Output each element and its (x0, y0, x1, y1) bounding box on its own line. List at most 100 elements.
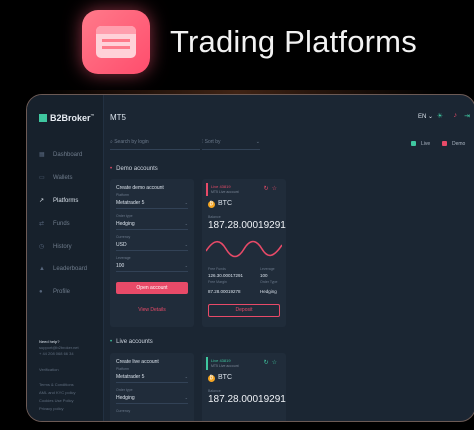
language-select[interactable]: EN ⌄ (418, 113, 433, 120)
sun-icon[interactable]: ☀ (437, 112, 443, 120)
leverage-value: 100 (116, 263, 125, 269)
asset-name: BTC (218, 374, 232, 381)
chevron-down-icon: ⌄ (184, 395, 188, 400)
platform-label: Platform (116, 193, 130, 197)
brand-name: B2Broker (50, 113, 91, 123)
sidebar-item-label: Leaderboard (53, 266, 88, 272)
free-margin-value: 87.28.00019278 (208, 289, 241, 294)
logout-icon[interactable]: ⇥ (464, 112, 470, 120)
brand-logo[interactable]: B2Broker™ (39, 113, 95, 123)
demo-section-title[interactable]: • Demo accounts (110, 166, 158, 172)
card-actions: ↻☆ (264, 185, 280, 192)
sidebar-item-label: Funds (53, 221, 70, 227)
star-icon[interactable]: ☆ (272, 360, 280, 366)
free-funds-value: 126.30.00017291 (208, 273, 244, 278)
star-icon[interactable]: ☆ (272, 186, 280, 192)
order-type-select[interactable]: Hedging ⌄ (116, 221, 188, 230)
section-label: Live accounts (116, 339, 153, 345)
main-content: MT5 EN ⌄ ☀ ♪ ⇥ ⌕ Search by login ⫶ Sort … (104, 95, 474, 421)
order-type-label: Order type (116, 388, 133, 392)
help-phone[interactable]: + 44 208 068 66 34 (39, 350, 74, 357)
chevron-down-icon: ⌄ (184, 200, 188, 205)
balance-value: 187.28.00019291 (208, 394, 286, 405)
chevron-down-icon: ⌄ (184, 242, 188, 247)
order-type-label: Order Type (260, 280, 278, 284)
sidebar-item-leaderboard[interactable]: ▲ Leaderboard (39, 266, 87, 272)
leaderboard-icon: ▲ (39, 266, 45, 272)
search-icon: ⌕ (110, 139, 113, 145)
live-filter-checkbox[interactable]: Live (411, 141, 430, 147)
create-live-form: Create live account Platform Metatrader … (110, 353, 194, 421)
demo-filter-checkbox[interactable]: Demo (442, 141, 465, 147)
account-card: Live 43819 MT5 Live account ↻☆ ₿ BTC Bala… (202, 179, 286, 327)
order-type-label: Order type (116, 214, 133, 218)
leverage-select[interactable]: 100 ⌄ (116, 263, 188, 272)
deposit-button[interactable]: Deposit (208, 304, 280, 317)
sidebar-item-profile[interactable]: ● Profile (39, 289, 70, 295)
trading-window-icon (82, 10, 150, 74)
form-title: Create live account (116, 359, 159, 365)
create-demo-form: Create demo account Platform Metatrader … (110, 179, 194, 327)
history-icon[interactable]: ↻ (264, 186, 272, 192)
trademark: ™ (90, 113, 95, 118)
search-placeholder: Search by login (114, 139, 149, 145)
sidebar-item-history[interactable]: ◷ History (39, 243, 72, 250)
sort-select[interactable]: ⫶ Sort by ⌄ (202, 139, 260, 150)
balance-value: 187.28.00019291 (208, 220, 286, 231)
sidebar-item-funds[interactable]: ⇄ Funds (39, 220, 70, 227)
order-type-value: Hedging (116, 395, 135, 401)
platform-select[interactable]: Metatrader 5 ⌄ (116, 374, 188, 383)
account-tag: Live 43819 MT5 Live account (206, 183, 242, 196)
platform-label: Platform (116, 367, 130, 371)
bitcoin-icon: ₿ (208, 375, 215, 382)
platform-value: Metatrader 5 (116, 200, 145, 206)
live-section-title[interactable]: • Live accounts (110, 339, 153, 345)
currency-select[interactable]: USD ⌄ (116, 242, 188, 251)
footer-link[interactable]: AML and KYC policy (39, 389, 76, 396)
chevron-down-icon: ⌄ (184, 374, 188, 379)
account-tag: Live 43819 MT5 Live account (206, 357, 242, 370)
sidebar-item-wallets[interactable]: ▭ Wallets (39, 174, 72, 181)
checkbox-icon (442, 141, 447, 146)
view-details-link[interactable]: View Details (116, 307, 188, 313)
footer-link[interactable]: Cookies Use Policy (39, 397, 73, 404)
sidebar-item-label: Wallets (53, 175, 73, 181)
chart-icon: ↗ (39, 198, 45, 204)
order-type-select[interactable]: Hedging ⌄ (116, 395, 188, 404)
account-number: Live 43819 (211, 358, 231, 363)
currency-label: Currency (116, 409, 131, 413)
sidebar-item-platforms[interactable]: ↗ Platforms (39, 197, 78, 204)
grid-icon: ▦ (39, 152, 45, 158)
page-heading: Trading Platforms (170, 24, 417, 59)
app-window: B2Broker™ ▦ Dashboard ▭ Wallets ↗ Platforms… (26, 94, 474, 422)
balance-sparkline (206, 240, 282, 258)
platform-select[interactable]: Metatrader 5 ⌄ (116, 200, 188, 209)
funds-icon: ⇄ (39, 221, 45, 227)
asset-name: BTC (218, 200, 232, 207)
currency-label: Currency (116, 235, 131, 239)
checkbox-label: Live (421, 141, 431, 147)
account-type: MT5 Live account (211, 364, 239, 368)
account-number: Live 43819 (211, 184, 231, 189)
free-funds-label: Free Funds (208, 267, 226, 271)
sidebar-item-label: Platforms (53, 198, 79, 204)
logo-mark-icon (39, 114, 47, 122)
chevron-down-icon: ⌄ (427, 114, 433, 120)
leverage-label: Leverage (260, 267, 275, 271)
open-account-button[interactable]: Open account (116, 282, 188, 294)
sort-placeholder: Sort by (204, 139, 221, 145)
footer-link[interactable]: Terms & Conditions (39, 381, 74, 388)
free-margin-label: Free Margin (208, 280, 227, 284)
footer-link[interactable]: Privacy policy (39, 405, 63, 412)
search-input[interactable]: ⌕ Search by login (110, 139, 200, 150)
page-title: MT5 (110, 113, 126, 122)
bell-icon[interactable]: ♪ (454, 112, 458, 119)
history-icon[interactable]: ↻ (264, 360, 272, 366)
bitcoin-icon: ₿ (208, 201, 215, 208)
chevron-down-icon: ⌄ (255, 139, 260, 145)
live-account-card: Live 43819 MT5 Live account ↻☆ ₿ BTC Bala… (202, 353, 286, 421)
order-type-value: Hedging (260, 289, 277, 294)
profile-icon: ● (39, 289, 43, 295)
verification-link[interactable]: Verification (39, 366, 59, 373)
sidebar-item-dashboard[interactable]: ▦ Dashboard (39, 151, 82, 158)
